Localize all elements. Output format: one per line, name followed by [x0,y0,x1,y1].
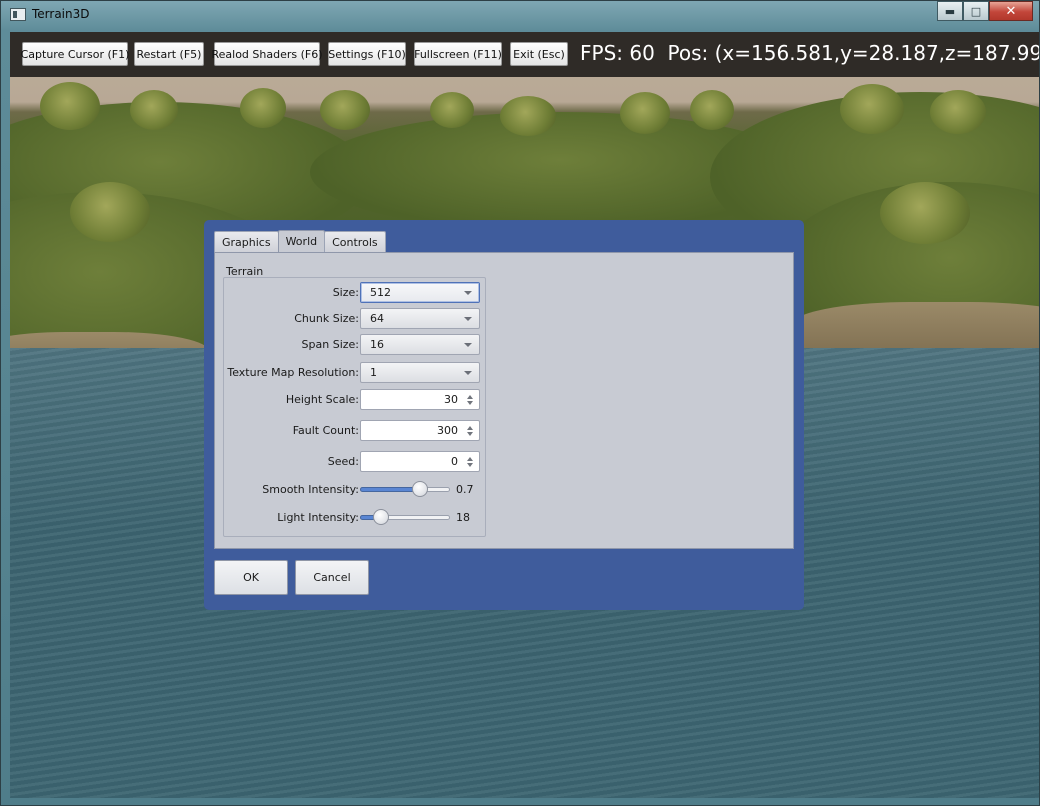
fault-count-spinbox[interactable]: 300 [360,420,480,441]
size-label: Size: [332,286,359,299]
seed-spinbox[interactable]: 0 [360,451,480,472]
tree [320,90,370,130]
exit-button[interactable]: Exit (Esc) [510,42,568,66]
size-value: 512 [370,286,391,299]
fault-count-label: Fault Count: [292,424,359,437]
size-combo[interactable]: 512 [360,282,480,303]
app-window: Terrain3D ▬ □ ✕ Capture Cursor (F1) Rest… [0,0,1040,806]
close-button[interactable]: ✕ [989,1,1033,21]
light-intensity-value: 18 [456,511,470,524]
world-tab-page: Terrain Size: 512 Chunk Size: 64 Span Si… [214,252,794,549]
window-title: Terrain3D [32,7,90,21]
span-size-combo[interactable]: 16 [360,334,480,355]
seed-value: 0 [451,455,458,468]
tree [690,90,734,130]
texture-map-resolution-combo[interactable]: 1 [360,362,480,383]
slider-handle[interactable] [412,481,428,497]
stats-readout: FPS: 60 Pos: (x=156.581,y=28.187,z=187.9… [580,41,1039,65]
settings-tabs: Graphics World Controls [214,230,386,252]
spin-up-icon[interactable] [467,426,473,430]
tree [840,84,904,134]
minimize-button[interactable]: ▬ [937,1,963,21]
settings-button[interactable]: Settings (F10) [328,42,406,66]
tree [40,82,100,130]
tree [880,182,970,244]
spin-up-icon[interactable] [467,395,473,399]
restart-button[interactable]: Restart (F5) [134,42,204,66]
tree [70,182,150,242]
texture-map-resolution-value: 1 [370,366,377,379]
chevron-down-icon [464,343,472,347]
tree [430,92,474,128]
fullscreen-button[interactable]: Fullscreen (F11) [414,42,502,66]
tab-controls[interactable]: Controls [324,231,386,252]
height-scale-label: Height Scale: [285,393,359,406]
toolbar: Capture Cursor (F1) Restart (F5) Realod … [10,32,1039,77]
slider-handle[interactable] [373,509,389,525]
smooth-intensity-value: 0.7 [456,483,474,496]
seed-label: Seed: [327,455,359,468]
ok-button[interactable]: OK [214,560,288,595]
light-intensity-label: Light Intensity: [277,511,359,524]
spin-down-icon[interactable] [467,463,473,467]
fps-label: FPS: 60 [580,41,655,65]
tree [620,92,670,134]
maximize-button[interactable]: □ [963,1,989,21]
position-label: Pos: (x=156.581,y=28.187,z=187.997) [667,41,1039,65]
spin-down-icon[interactable] [467,401,473,405]
chevron-down-icon [464,317,472,321]
light-intensity-slider[interactable] [360,508,450,526]
height-scale-value: 30 [444,393,458,406]
smooth-intensity-label: Smooth Intensity: [262,483,359,496]
cancel-button[interactable]: Cancel [295,560,369,595]
reload-shaders-button[interactable]: Realod Shaders (F6) [211,42,323,66]
chevron-down-icon [464,291,472,295]
chunk-size-combo[interactable]: 64 [360,308,480,329]
tab-world[interactable]: World [277,230,326,252]
client-area: Capture Cursor (F1) Restart (F5) Realod … [10,32,1039,798]
tree [500,96,556,136]
tree [930,90,986,134]
texture-map-resolution-label: Texture Map Resolution: [227,366,359,379]
spin-down-icon[interactable] [467,432,473,436]
capture-cursor-button[interactable]: Capture Cursor (F1) [21,42,129,66]
tree [240,88,286,128]
span-size-label: Span Size: [301,338,359,351]
tree [130,90,178,130]
spin-up-icon[interactable] [467,457,473,461]
terrain-group: Size: 512 Chunk Size: 64 Span Size: 16 T… [223,277,486,537]
fault-count-value: 300 [437,424,458,437]
settings-dialog: Graphics World Controls Terrain Size: 51… [204,220,804,610]
chevron-down-icon [464,371,472,375]
slider-fill [360,487,420,492]
app-icon [10,8,26,21]
span-size-value: 16 [370,338,384,351]
smooth-intensity-slider[interactable] [360,480,450,498]
window-controls: ▬ □ ✕ [937,1,1033,21]
title-bar[interactable]: Terrain3D ▬ □ ✕ [1,1,1039,27]
chunk-size-value: 64 [370,312,384,325]
height-scale-spinbox[interactable]: 30 [360,389,480,410]
tab-graphics[interactable]: Graphics [214,231,279,252]
chunk-size-label: Chunk Size: [294,312,359,325]
